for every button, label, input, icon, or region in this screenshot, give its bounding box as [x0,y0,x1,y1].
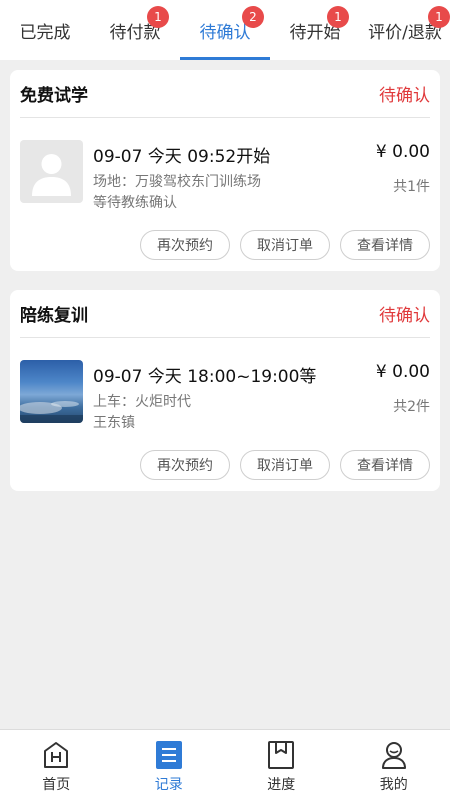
view-details-button[interactable]: 查看详情 [340,230,430,260]
order-note: 等待教练确认 [93,195,177,211]
order-count: 共2件 [393,399,430,415]
order-title: 免费试学 [20,86,88,106]
order-card-header: 陪练复训 待确认 [20,290,430,338]
order-price: ¥ 0.00 [375,142,430,162]
tab-label: 已完成 [19,22,71,43]
order-tab-bar: 已完成 待付款 1 待确认 2 待开始 1 评价/退款 1 [0,0,450,60]
tab-pending-confirmation[interactable]: 待确认 2 [180,0,270,60]
home-icon [44,742,69,768]
rebook-button[interactable]: 再次预约 [140,230,230,260]
order-status: 待确认 [379,86,430,106]
avatar-placeholder-icon [20,140,83,203]
tab-pending-payment[interactable]: 待付款 1 [90,0,180,60]
order-card[interactable]: 陪练复训 待确认 09-07 今天 18:00~19:00等 上车：火炬时代 王… [10,290,440,491]
order-title: 陪练复训 [20,306,88,326]
order-thumbnail-photo [20,360,83,423]
nav-label: 记录 [154,777,183,793]
nav-home[interactable]: 首页 [0,730,113,800]
tab-pending-start[interactable]: 待开始 1 [270,0,360,60]
tab-review-refund[interactable]: 评价/退款 1 [360,0,450,60]
nav-label: 进度 [267,777,296,793]
pickup-district: 王东镇 [93,415,135,431]
profile-icon [381,742,406,769]
count-badge: 1 [428,6,450,28]
progress-icon [268,741,295,769]
order-card[interactable]: 免费试学 待确认 09-07 今天 09:52开始 场地：万骏驾校东门训练场 等… [10,70,440,271]
pickup-location: 上车：火炬时代 [93,394,191,410]
order-price: ¥ 0.00 [375,362,430,382]
nav-profile[interactable]: 我的 [338,730,450,800]
count-badge: 1 [327,6,349,28]
tab-completed[interactable]: 已完成 [0,0,90,60]
cancel-order-button[interactable]: 取消订单 [240,450,330,480]
order-card-header: 免费试学 待确认 [20,70,430,118]
order-time: 09-07 今天 18:00~19:00等 [93,367,317,387]
nav-records[interactable]: 记录 [113,730,226,800]
nav-label: 首页 [42,777,71,793]
order-time: 09-07 今天 09:52开始 [93,147,271,167]
order-count: 共1件 [393,179,430,195]
cancel-order-button[interactable]: 取消订单 [240,230,330,260]
records-icon [155,741,182,769]
order-status: 待确认 [379,306,430,326]
bottom-navigation: 首页 记录 进度 我的 [0,729,450,800]
nav-progress[interactable]: 进度 [225,730,338,800]
nav-label: 我的 [379,777,408,793]
order-venue: 场地：万骏驾校东门训练场 [93,174,261,190]
count-badge: 2 [242,6,264,28]
active-tab-indicator [180,57,270,60]
view-details-button[interactable]: 查看详情 [340,450,430,480]
rebook-button[interactable]: 再次预约 [140,450,230,480]
count-badge: 1 [147,6,169,28]
